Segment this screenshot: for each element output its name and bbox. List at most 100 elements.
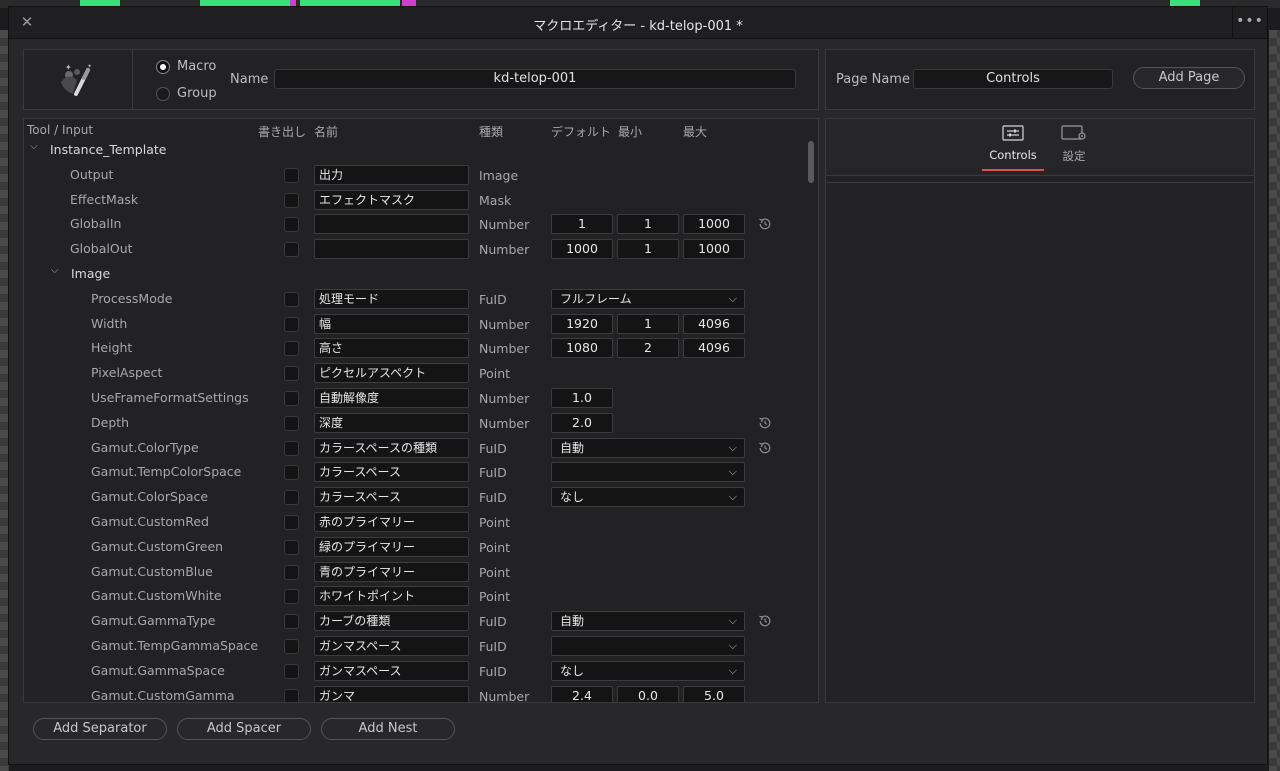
default-field[interactable]: 1080: [551, 338, 613, 359]
export-checkbox[interactable]: [284, 639, 299, 654]
group-label[interactable]: Instance_Template: [50, 142, 166, 157]
chevron-down-icon[interactable]: ⌵: [51, 265, 63, 277]
page-header: Page Name Controls Add Page: [825, 49, 1255, 110]
export-checkbox[interactable]: [284, 217, 299, 233]
max-field[interactable]: 5.0: [683, 685, 745, 702]
export-checkbox[interactable]: [284, 465, 299, 481]
export-checkbox[interactable]: [284, 167, 299, 183]
display-name-field[interactable]: 出力: [314, 164, 469, 185]
reset-icon[interactable]: [757, 216, 773, 232]
add-nest-button[interactable]: Add Nest: [321, 718, 455, 740]
export-checkbox[interactable]: [284, 291, 299, 307]
default-field[interactable]: 2.0: [551, 412, 613, 433]
display-name-field[interactable]: [314, 239, 469, 260]
display-name-field[interactable]: ホワイトポイント: [314, 586, 469, 607]
export-checkbox[interactable]: [284, 490, 299, 506]
reset-icon[interactable]: [757, 440, 773, 456]
export-checkbox[interactable]: [284, 688, 299, 702]
export-checkbox[interactable]: [284, 539, 299, 555]
display-name-field[interactable]: カーブの種類: [314, 611, 469, 632]
default-field[interactable]: 2.4: [551, 685, 613, 702]
display-name-field[interactable]: ガンマスペース: [314, 636, 469, 656]
display-name-field[interactable]: 幅: [314, 313, 469, 334]
default-select[interactable]: ⌵: [551, 636, 745, 656]
export-checkbox[interactable]: [284, 663, 299, 679]
export-checkbox[interactable]: [284, 366, 299, 382]
export-checkbox[interactable]: [284, 614, 299, 630]
default-field[interactable]: 1000: [551, 239, 613, 260]
table-row: Gamut.GammaSpace ガンマスペース FuID なし ⌵: [24, 659, 804, 684]
input-label: Gamut.CustomGamma: [91, 687, 235, 703]
input-label: Gamut.CustomWhite: [91, 588, 222, 604]
display-name-field[interactable]: [314, 214, 469, 235]
min-field[interactable]: 1: [617, 214, 679, 235]
group-label[interactable]: Image: [71, 266, 110, 281]
display-name-field[interactable]: ガンマ: [314, 685, 469, 702]
export-checkbox[interactable]: [284, 316, 299, 332]
export-checkbox[interactable]: [284, 440, 299, 456]
display-name-field[interactable]: 処理モード: [314, 288, 469, 309]
svg-text:✦: ✦: [65, 63, 72, 72]
export-checkbox[interactable]: [284, 242, 299, 258]
display-name-field[interactable]: カラースペース: [314, 487, 469, 508]
reset-icon[interactable]: [757, 613, 773, 629]
default-select[interactable]: なし ⌵: [551, 660, 745, 681]
table-row: Gamut.ColorSpace カラースペース FuID なし ⌵: [24, 485, 804, 510]
add-page-button[interactable]: Add Page: [1133, 67, 1245, 89]
display-name-field[interactable]: 深度: [314, 412, 469, 433]
display-name-field[interactable]: 自動解像度: [314, 388, 469, 408]
max-field[interactable]: 4096: [683, 313, 745, 334]
tab-controls[interactable]: Controls: [984, 125, 1042, 162]
reset-icon[interactable]: [757, 415, 773, 431]
min-field[interactable]: 2: [617, 338, 679, 359]
display-name-field[interactable]: 緑のプライマリー: [314, 536, 469, 557]
add-spacer-button[interactable]: Add Spacer: [177, 718, 311, 740]
radio-macro[interactable]: [156, 60, 170, 74]
input-label: Gamut.CustomBlue: [91, 563, 213, 579]
scrollbar[interactable]: [808, 141, 814, 183]
default-select[interactable]: 自動 ⌵: [551, 437, 745, 458]
display-name-field[interactable]: エフェクトマスク: [314, 189, 469, 210]
radio-group[interactable]: [156, 87, 170, 101]
display-name-field[interactable]: 赤のプライマリー: [314, 512, 469, 532]
export-checkbox[interactable]: [284, 415, 299, 431]
display-name-field[interactable]: ガンマスペース: [314, 660, 469, 681]
min-field[interactable]: 1: [617, 239, 679, 260]
display-name-field[interactable]: 青のプライマリー: [314, 561, 469, 582]
default-field[interactable]: 1920: [551, 313, 613, 334]
input-type: Mask: [479, 192, 512, 208]
export-checkbox[interactable]: [284, 589, 299, 605]
input-type: Point: [479, 366, 511, 382]
default-select[interactable]: なし ⌵: [551, 487, 745, 508]
export-checkbox[interactable]: [284, 341, 299, 357]
default-select[interactable]: 自動 ⌵: [551, 611, 745, 632]
default-select[interactable]: ⌵: [551, 462, 745, 483]
display-name-field[interactable]: カラースペースの種類: [314, 437, 469, 458]
add-separator-button[interactable]: Add Separator: [33, 718, 167, 740]
min-field[interactable]: 0.0: [617, 685, 679, 702]
default-field[interactable]: 1: [551, 214, 613, 235]
col-max: 最大: [683, 125, 708, 139]
col-default: デフォルト: [551, 125, 612, 139]
export-checkbox[interactable]: [284, 515, 299, 530]
display-name-field[interactable]: ピクセルアスペクト: [314, 363, 469, 384]
input-type: FuID: [479, 291, 507, 307]
export-checkbox[interactable]: [284, 192, 299, 208]
tab-settings[interactable]: 設定: [1056, 125, 1092, 164]
chevron-down-icon[interactable]: ⌵: [30, 141, 42, 153]
more-options-icon[interactable]: •••: [1232, 7, 1267, 38]
max-field[interactable]: 4096: [683, 338, 745, 359]
macro-name-input[interactable]: kd-telop-001: [274, 69, 796, 89]
default-select[interactable]: フルフレーム ⌵: [551, 288, 745, 309]
input-type: Number: [479, 391, 530, 406]
export-checkbox[interactable]: [284, 564, 299, 580]
page-name-input[interactable]: Controls: [913, 69, 1113, 89]
min-field[interactable]: 1: [617, 313, 679, 334]
display-name-field[interactable]: 高さ: [314, 338, 469, 359]
export-checkbox[interactable]: [284, 391, 299, 406]
max-field[interactable]: 1000: [683, 214, 745, 235]
max-field[interactable]: 1000: [683, 239, 745, 260]
display-name-field[interactable]: カラースペース: [314, 462, 469, 483]
divider: [826, 182, 1254, 183]
default-field[interactable]: 1.0: [551, 388, 613, 408]
